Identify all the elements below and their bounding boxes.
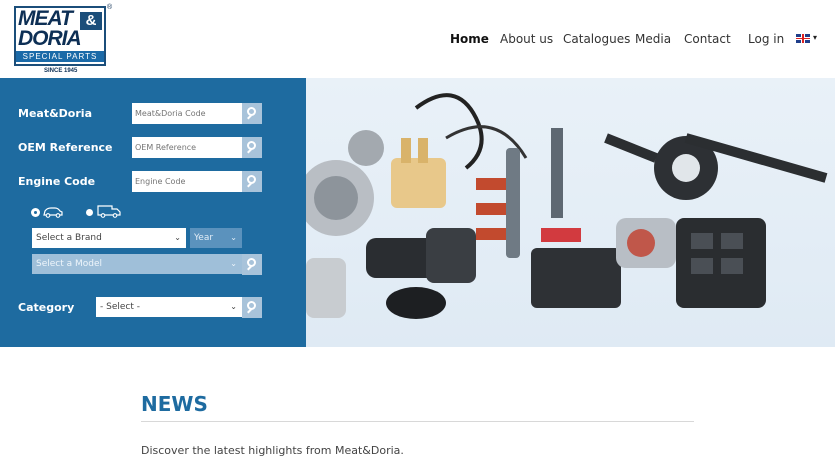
brand-select-value: Select a Brand bbox=[36, 233, 102, 243]
search-panel: Meat&Doria OEM Reference Engine Code Sel… bbox=[0, 78, 306, 347]
van-icon[interactable] bbox=[96, 203, 122, 219]
news-divider bbox=[141, 421, 694, 422]
news-title: NEWS bbox=[141, 392, 208, 416]
engine-search-button[interactable] bbox=[242, 171, 262, 192]
oem-reference-label: OEM Reference bbox=[18, 141, 113, 154]
meat-doria-code-input[interactable] bbox=[132, 103, 242, 124]
logo-ampersand: & bbox=[80, 12, 102, 30]
chevron-down-icon: ⌄ bbox=[230, 302, 237, 311]
category-label: Category bbox=[18, 301, 75, 314]
meat-doria-logo[interactable]: MEAT & DORIA SPECIAL PARTS SINCE 1945 ® bbox=[14, 4, 113, 74]
category-search-button[interactable] bbox=[242, 297, 262, 318]
brand-select[interactable]: Select a Brand ⌄ bbox=[32, 228, 186, 248]
nav-media[interactable]: Media bbox=[635, 32, 671, 46]
nav-catalogues[interactable]: Catalogues bbox=[563, 32, 630, 46]
nav-contact[interactable]: Contact bbox=[684, 32, 731, 46]
site-header: MEAT & DORIA SPECIAL PARTS SINCE 1945 ® … bbox=[0, 0, 835, 78]
category-select[interactable]: - Select - ⌄ bbox=[96, 297, 242, 317]
year-select[interactable]: Year ⌄ bbox=[190, 228, 242, 248]
logo-registered-mark: ® bbox=[107, 4, 113, 11]
oem-search-button[interactable] bbox=[242, 137, 262, 158]
nav-about-us[interactable]: About us bbox=[500, 32, 553, 46]
news-intro: Discover the latest highlights from Meat… bbox=[141, 444, 404, 457]
oem-reference-input[interactable] bbox=[132, 137, 242, 158]
uk-flag-icon[interactable] bbox=[796, 34, 810, 43]
chevron-down-icon: ⌄ bbox=[230, 259, 237, 268]
meat-doria-label: Meat&Doria bbox=[18, 107, 92, 120]
model-select-value: Select a Model bbox=[36, 259, 103, 269]
van-radio[interactable] bbox=[86, 209, 93, 216]
logo-word-doria: DORIA bbox=[18, 27, 82, 50]
nav-home[interactable]: Home bbox=[450, 32, 489, 46]
auto-parts-illustration bbox=[306, 93, 828, 319]
logo-since: SINCE 1945 bbox=[44, 68, 78, 74]
model-search-button[interactable] bbox=[242, 254, 262, 275]
login-link[interactable]: Log in bbox=[748, 32, 784, 46]
model-select[interactable]: Select a Model ⌄ bbox=[32, 254, 242, 274]
hero-products-image bbox=[306, 78, 835, 347]
car-icon[interactable] bbox=[42, 205, 64, 219]
chevron-down-icon: ⌄ bbox=[174, 233, 181, 242]
car-radio[interactable] bbox=[32, 209, 39, 216]
category-select-value: - Select - bbox=[100, 302, 140, 312]
meat-doria-search-button[interactable] bbox=[242, 103, 262, 124]
logo-tagline: SPECIAL PARTS bbox=[16, 51, 104, 62]
engine-code-label: Engine Code bbox=[18, 175, 96, 188]
engine-code-input[interactable] bbox=[132, 171, 242, 192]
chevron-down-icon: ⌄ bbox=[230, 233, 237, 242]
year-select-value: Year bbox=[194, 233, 214, 243]
language-caret-icon[interactable]: ▾ bbox=[813, 33, 817, 42]
